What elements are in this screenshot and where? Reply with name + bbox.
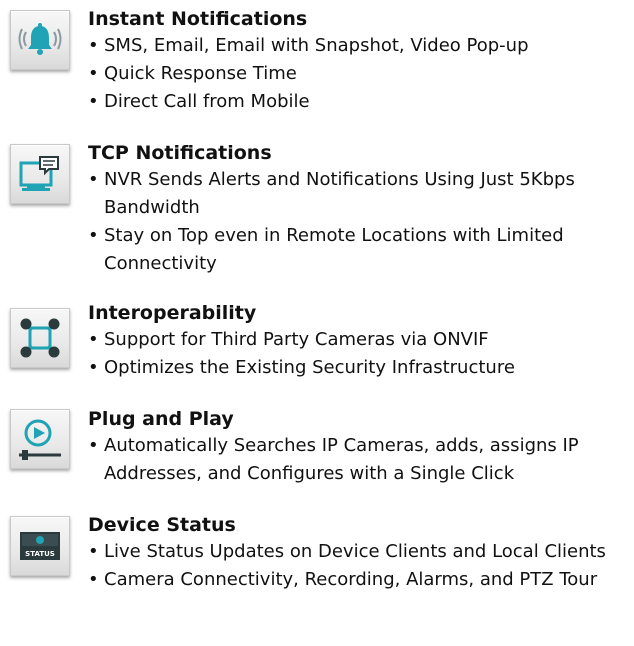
feature-title: TCP Notifications bbox=[88, 142, 272, 164]
feature-bullets: SMS, Email, Email with Snapshot, Video P… bbox=[88, 32, 628, 116]
feature-bullets: Automatically Searches IP Cameras, adds,… bbox=[88, 432, 628, 488]
feature-title: Device Status bbox=[88, 514, 236, 536]
bullet-item: Support for Third Party Cameras via ONVI… bbox=[88, 326, 628, 354]
bullet-item: Stay on Top even in Remote Locations wit… bbox=[88, 222, 628, 278]
feature-bullets: NVR Sends Alerts and Notifications Using… bbox=[88, 166, 628, 278]
bell-icon bbox=[10, 10, 70, 70]
play-slider-icon bbox=[10, 409, 70, 469]
bullet-item: Live Status Updates on Device Clients an… bbox=[88, 538, 628, 566]
feature-title: Plug and Play bbox=[88, 408, 234, 430]
bullet-item: Optimizes the Existing Security Infrastr… bbox=[88, 354, 628, 382]
status-label: STATUS bbox=[25, 550, 55, 558]
feature-bullets: Live Status Updates on Device Clients an… bbox=[88, 538, 628, 594]
feature-bullets: Support for Third Party Cameras via ONVI… bbox=[88, 326, 628, 382]
bullet-item: NVR Sends Alerts and Notifications Using… bbox=[88, 166, 628, 222]
feature-title: Interoperability bbox=[88, 302, 257, 324]
bullet-item: SMS, Email, Email with Snapshot, Video P… bbox=[88, 32, 628, 60]
network-nodes-icon bbox=[10, 308, 70, 368]
feature-title: Instant Notifications bbox=[88, 8, 308, 30]
bullet-item: Direct Call from Mobile bbox=[88, 88, 628, 116]
monitor-chat-icon bbox=[10, 144, 70, 204]
bullet-item: Automatically Searches IP Cameras, adds,… bbox=[88, 432, 628, 488]
status-device-icon: STATUS bbox=[10, 516, 70, 576]
bullet-item: Quick Response Time bbox=[88, 60, 628, 88]
bullet-item: Camera Connectivity, Recording, Alarms, … bbox=[88, 566, 628, 594]
